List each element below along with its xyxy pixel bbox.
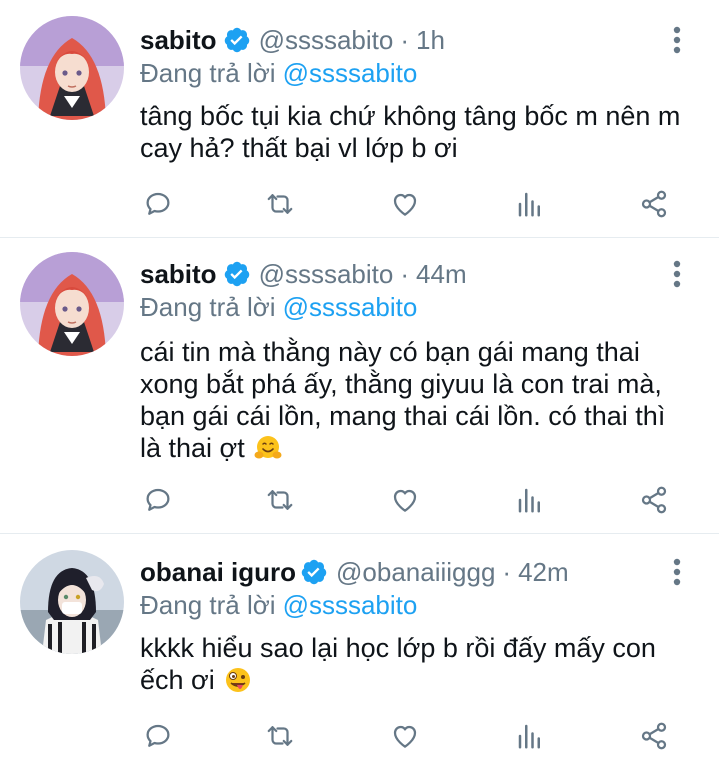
more-vertical-icon[interactable] [665, 256, 689, 292]
hugging-face-emoji-icon [254, 434, 282, 462]
tweet-3[interactable]: obanai iguro @obanaiiiggg · 42m Đang trả… [0, 534, 719, 766]
verified-badge-icon [223, 26, 251, 54]
replying-label: Đang trả lời [140, 589, 276, 620]
like-icon[interactable] [387, 480, 423, 520]
reply-icon[interactable] [140, 480, 176, 520]
tweet-text: kkkk hiểu sao lại học lớp b rồi đấy mấy … [140, 632, 679, 696]
separator: · [502, 556, 512, 587]
like-icon[interactable] [387, 716, 423, 756]
action-bar [140, 184, 680, 224]
more-vertical-icon[interactable] [665, 22, 689, 58]
tweet-header: sabito @ssssabito · 44m [140, 256, 659, 292]
display-name[interactable]: sabito [140, 259, 217, 290]
reply-icon[interactable] [140, 184, 176, 224]
avatar[interactable] [20, 550, 124, 654]
replying-mention[interactable]: @ssssabito [283, 58, 418, 89]
analytics-icon[interactable] [512, 184, 548, 224]
replying-label: Đang trả lời [140, 291, 276, 322]
timestamp[interactable]: 42m [518, 557, 569, 588]
action-bar [140, 716, 680, 756]
retweet-icon[interactable] [262, 480, 298, 520]
replying-label: Đang trả lời [140, 57, 276, 88]
reply-icon[interactable] [140, 716, 176, 756]
tweet-text-content: kkkk hiểu sao lại học lớp b rồi đấy mấy … [140, 633, 656, 695]
retweet-icon[interactable] [262, 716, 298, 756]
avatar[interactable] [20, 16, 124, 120]
tweet-text: cái tin mà thằng này có bạn gái mang tha… [140, 336, 689, 464]
share-icon[interactable] [636, 184, 672, 224]
share-icon[interactable] [636, 716, 672, 756]
share-icon[interactable] [636, 480, 672, 520]
replying-to: Đang trả lời @ssssabito [140, 56, 417, 90]
handle[interactable]: @ssssabito [259, 259, 394, 290]
separator: · [400, 258, 410, 289]
display-name[interactable]: sabito [140, 25, 217, 56]
replying-to: Đang trả lời @ssssabito [140, 588, 417, 622]
tweet-header: sabito @ssssabito · 1h [140, 22, 659, 58]
separator: · [400, 24, 410, 55]
handle[interactable]: @ssssabito [259, 25, 394, 56]
verified-badge-icon [223, 260, 251, 288]
display-name[interactable]: obanai iguro [140, 557, 296, 588]
verified-badge-icon [300, 558, 328, 586]
analytics-icon[interactable] [512, 480, 548, 520]
timestamp[interactable]: 1h [416, 25, 445, 56]
retweet-icon[interactable] [262, 184, 298, 224]
handle[interactable]: @obanaiiiggg [336, 557, 495, 588]
like-icon[interactable] [387, 184, 423, 224]
action-bar [140, 480, 680, 520]
tweet-1[interactable]: sabito @ssssabito · 1h Đang trả lời @sss… [0, 0, 719, 236]
zany-face-emoji-icon [224, 666, 252, 694]
tweet-2[interactable]: sabito @ssssabito · 44m Đang trả lời @ss… [0, 238, 719, 533]
avatar[interactable] [20, 252, 124, 356]
replying-mention[interactable]: @ssssabito [283, 292, 418, 323]
analytics-icon[interactable] [512, 716, 548, 756]
tweet-text-content: cái tin mà thằng này có bạn gái mang tha… [140, 337, 666, 463]
tweet-header: obanai iguro @obanaiiiggg · 42m [140, 554, 659, 590]
tweet-text: tâng bốc tụi kia chứ không tâng bốc m nê… [140, 101, 681, 163]
more-vertical-icon[interactable] [665, 554, 689, 590]
replying-mention[interactable]: @ssssabito [283, 590, 418, 621]
timestamp[interactable]: 44m [416, 259, 467, 290]
replying-to: Đang trả lời @ssssabito [140, 290, 417, 324]
